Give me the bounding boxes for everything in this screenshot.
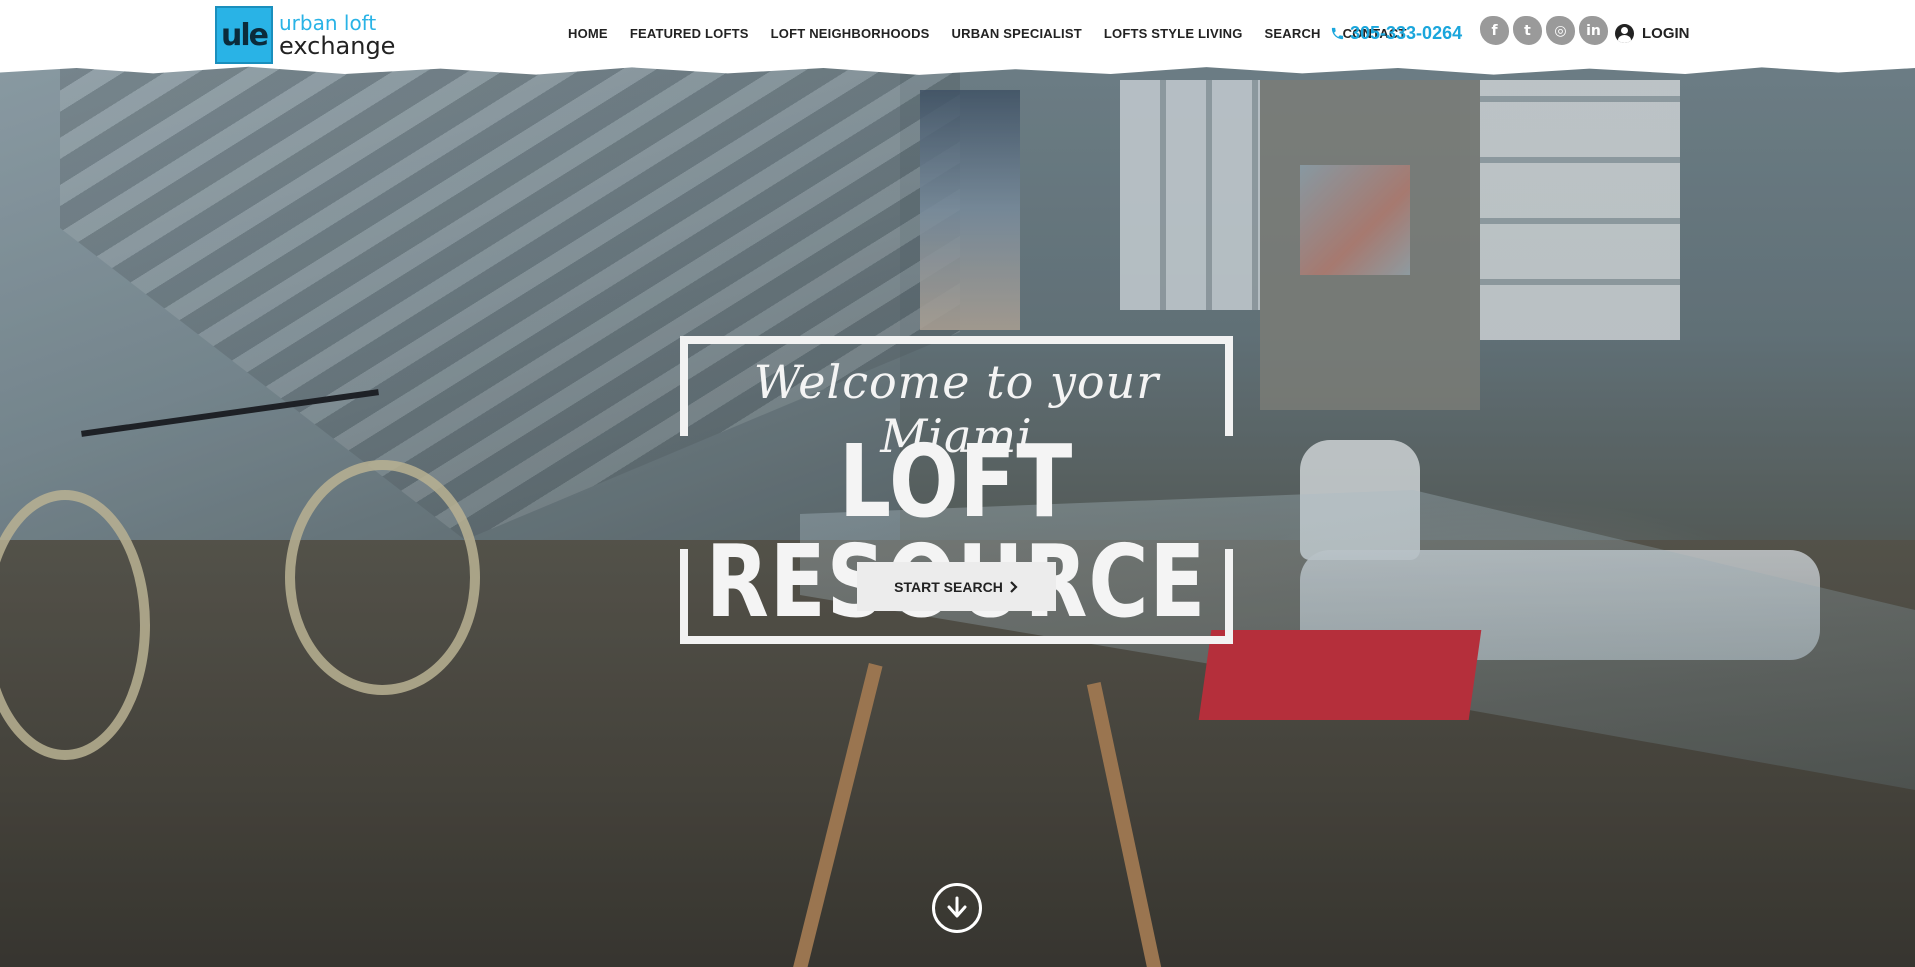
user-icon (1615, 24, 1634, 43)
social-links: f t ◎ in (1480, 16, 1608, 45)
phone-link[interactable]: 305-333-0264 (1330, 23, 1462, 44)
nav-loft-neighborhoods[interactable]: LOFT NEIGHBORHOODS (771, 26, 930, 41)
linkedin-icon[interactable]: in (1579, 16, 1608, 45)
login-button[interactable]: LOGIN (1615, 24, 1690, 43)
logo-mark: ule (215, 6, 273, 64)
instagram-icon[interactable]: ◎ (1546, 16, 1575, 45)
main-nav: HOME FEATURED LOFTS LOFT NEIGHBORHOODS U… (568, 26, 1429, 41)
phone-number: 305-333-0264 (1350, 23, 1463, 43)
twitter-icon[interactable]: t (1513, 16, 1542, 45)
nav-urban-specialist[interactable]: URBAN SPECIALIST (952, 26, 1082, 41)
scroll-down-button[interactable] (932, 883, 982, 933)
login-label: LOGIN (1642, 25, 1690, 42)
chevron-right-icon (1010, 580, 1018, 593)
start-search-button[interactable]: START SEARCH (857, 562, 1056, 611)
arrow-down-circle-icon (947, 896, 967, 918)
nav-lofts-style-living[interactable]: LOFTS STYLE LIVING (1104, 26, 1243, 41)
nav-featured-lofts[interactable]: FEATURED LOFTS (630, 26, 749, 41)
facebook-icon[interactable]: f (1480, 16, 1509, 45)
logo-text-line1: urban loft (279, 10, 377, 35)
nav-home[interactable]: HOME (568, 26, 608, 41)
site-logo[interactable]: ule urban loft exchange (215, 6, 395, 64)
logo-text-line2: exchange (279, 31, 396, 60)
nav-search[interactable]: SEARCH (1265, 26, 1321, 41)
site-header: ule urban loft exchange HOME FEATURED LO… (0, 0, 1915, 66)
start-search-label: START SEARCH (894, 578, 1003, 595)
phone-icon (1331, 27, 1344, 40)
